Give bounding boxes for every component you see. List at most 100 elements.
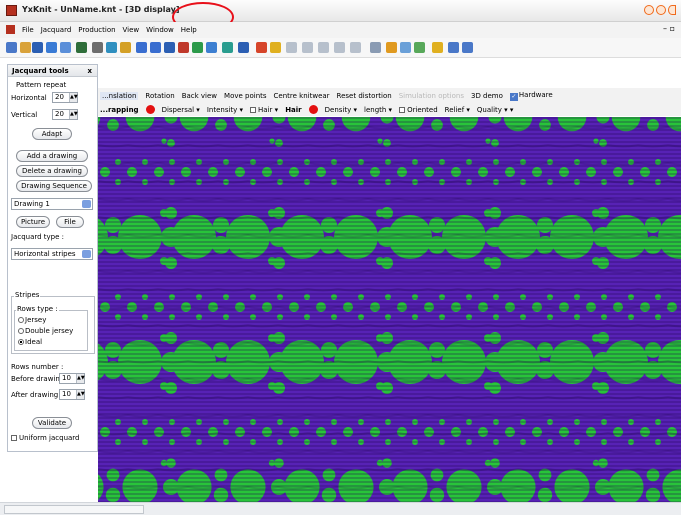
oriented-checkbox[interactable]: Oriented [399, 106, 438, 114]
user-icon[interactable] [386, 42, 397, 53]
translation-button[interactable]: ...nslation [100, 92, 139, 100]
menu-view[interactable]: View [123, 26, 140, 34]
pattern-d-icon[interactable] [334, 42, 345, 53]
menu-bar: File Jacquard Production View Window Hel… [0, 22, 681, 38]
rotation-button[interactable]: Rotation [145, 92, 174, 100]
uniform-jacquard-checkbox[interactable]: Uniform jacquard [11, 434, 80, 442]
image-icon[interactable] [400, 42, 411, 53]
radio-ideal[interactable]: Ideal [18, 338, 42, 346]
drawing-select[interactable]: Drawing 1 [11, 198, 93, 210]
drawing-sequence-button[interactable]: Drawing Sequence [16, 180, 92, 192]
knit-simulation-canvas[interactable] [98, 117, 681, 502]
sheet-icon[interactable] [92, 42, 103, 53]
crop-icon[interactable] [238, 42, 249, 53]
dispersal-dropdown[interactable]: Dispersal ▾ [162, 106, 200, 114]
chevron-down-icon[interactable] [82, 250, 91, 258]
grid-icon[interactable] [76, 42, 87, 53]
hair-color-swatch[interactable] [308, 105, 318, 114]
open-icon[interactable] [20, 42, 31, 53]
maximize-icon[interactable] [656, 5, 666, 15]
hair-box[interactable] [250, 106, 257, 113]
print-preview-icon[interactable] [60, 42, 71, 53]
wand-icon[interactable] [106, 42, 117, 53]
link-icon[interactable] [120, 42, 131, 53]
stitch-icon[interactable] [192, 42, 203, 53]
after-drawing-value: 10 [62, 390, 71, 398]
3d-demo-button[interactable]: 3D demo [471, 92, 503, 100]
radio-double-jersey[interactable]: Double jersey [18, 327, 73, 335]
status-bar [0, 502, 681, 515]
after-drawing-spinner[interactable]: 10 ▲▼ [59, 389, 85, 400]
chevron-down-icon[interactable] [82, 200, 91, 208]
density-label: Density [324, 105, 352, 114]
length-label: length [364, 105, 387, 114]
relief-dropdown[interactable]: Relief ▾ [445, 106, 470, 114]
adapt-button[interactable]: Adapt [32, 128, 72, 140]
radio-jersey-dot[interactable] [18, 317, 24, 323]
check-icon[interactable]: ✓ [509, 93, 518, 101]
centre-knitwear-button[interactable]: Centre knitwear [274, 92, 330, 100]
panel-title: Jacquard tools [12, 67, 69, 75]
add-drawing-button[interactable]: Add a drawing [16, 150, 88, 162]
density-dropdown[interactable]: Density ▾ [325, 106, 357, 114]
bars-icon[interactable] [432, 42, 443, 53]
save-icon[interactable] [32, 42, 43, 53]
pattern-e-icon[interactable] [350, 42, 361, 53]
hardware-checkbox[interactable]: ✓ Hardware [509, 91, 553, 101]
minimize-icon[interactable] [644, 5, 654, 15]
split-icon[interactable] [462, 42, 473, 53]
before-drawing-spinner[interactable]: 10 ▲▼ [59, 373, 85, 384]
oriented-box[interactable] [399, 106, 406, 113]
vertical-value: 20 [55, 110, 64, 118]
main-toolbar [0, 38, 681, 58]
spinner-arrows-icon[interactable]: ▲▼ [76, 374, 85, 383]
file-button[interactable]: File [56, 216, 84, 228]
layout-icon[interactable] [222, 42, 233, 53]
status-cell [4, 505, 144, 514]
spinner-arrows-icon[interactable]: ▲▼ [69, 110, 78, 119]
menu-file[interactable]: File [22, 26, 34, 34]
radio-jersey[interactable]: Jersey [18, 316, 46, 324]
reset-distortion-button[interactable]: Reset distortion [337, 92, 392, 100]
palette-icon[interactable] [178, 42, 189, 53]
save-icon[interactable] [164, 42, 175, 53]
wrapping-color-swatch[interactable] [145, 105, 155, 114]
pattern-b-icon[interactable] [302, 42, 313, 53]
close-icon[interactable] [668, 5, 676, 15]
radio-ideal-dot[interactable] [18, 339, 24, 345]
validate-button[interactable]: Validate [32, 417, 72, 429]
menu-help[interactable]: Help [181, 26, 197, 34]
uniform-jacquard-box[interactable] [11, 435, 17, 441]
print-icon[interactable] [46, 42, 57, 53]
jacquard-type-select[interactable]: Horizontal stripes [11, 248, 93, 260]
panel-close-button[interactable]: x [87, 67, 92, 75]
menu-window[interactable]: Window [146, 26, 174, 34]
zoom-in-icon[interactable] [136, 42, 147, 53]
menu-jacquard[interactable]: Jacquard [41, 26, 72, 34]
grid-view-icon[interactable] [414, 42, 425, 53]
zoom-out-icon[interactable] [150, 42, 161, 53]
menu-production[interactable]: Production [78, 26, 115, 34]
new-icon[interactable] [6, 42, 17, 53]
length-dropdown[interactable]: length ▾ [364, 106, 392, 114]
radio-double-jersey-dot[interactable] [18, 328, 24, 334]
spinner-arrows-icon[interactable]: ▲▼ [76, 390, 85, 399]
chart-icon[interactable] [206, 42, 217, 53]
quality-dropdown[interactable]: Quality ▾ ▾ [477, 106, 514, 114]
pen-icon[interactable] [256, 42, 267, 53]
picture-button[interactable]: Picture [16, 216, 50, 228]
horizontal-spinner[interactable]: 20 ▲▼ [52, 92, 78, 103]
delete-drawing-button[interactable]: Delete a drawing [16, 165, 88, 177]
intensity-dropdown[interactable]: Intensity ▾ [207, 106, 243, 114]
bulb-icon[interactable] [270, 42, 281, 53]
window-icon[interactable] [448, 42, 459, 53]
back-view-button[interactable]: Back view [182, 92, 217, 100]
move-points-button[interactable]: Move points [224, 92, 267, 100]
vertical-spinner[interactable]: 20 ▲▼ [52, 109, 78, 120]
pattern-c-icon[interactable] [318, 42, 329, 53]
spinner-arrows-icon[interactable]: ▲▼ [69, 93, 78, 102]
pointer-icon[interactable] [370, 42, 381, 53]
restore-icon[interactable]: – ▫ [663, 24, 675, 33]
hair-checkbox[interactable]: Hair ▾ [250, 106, 278, 114]
pattern-a-icon[interactable] [286, 42, 297, 53]
